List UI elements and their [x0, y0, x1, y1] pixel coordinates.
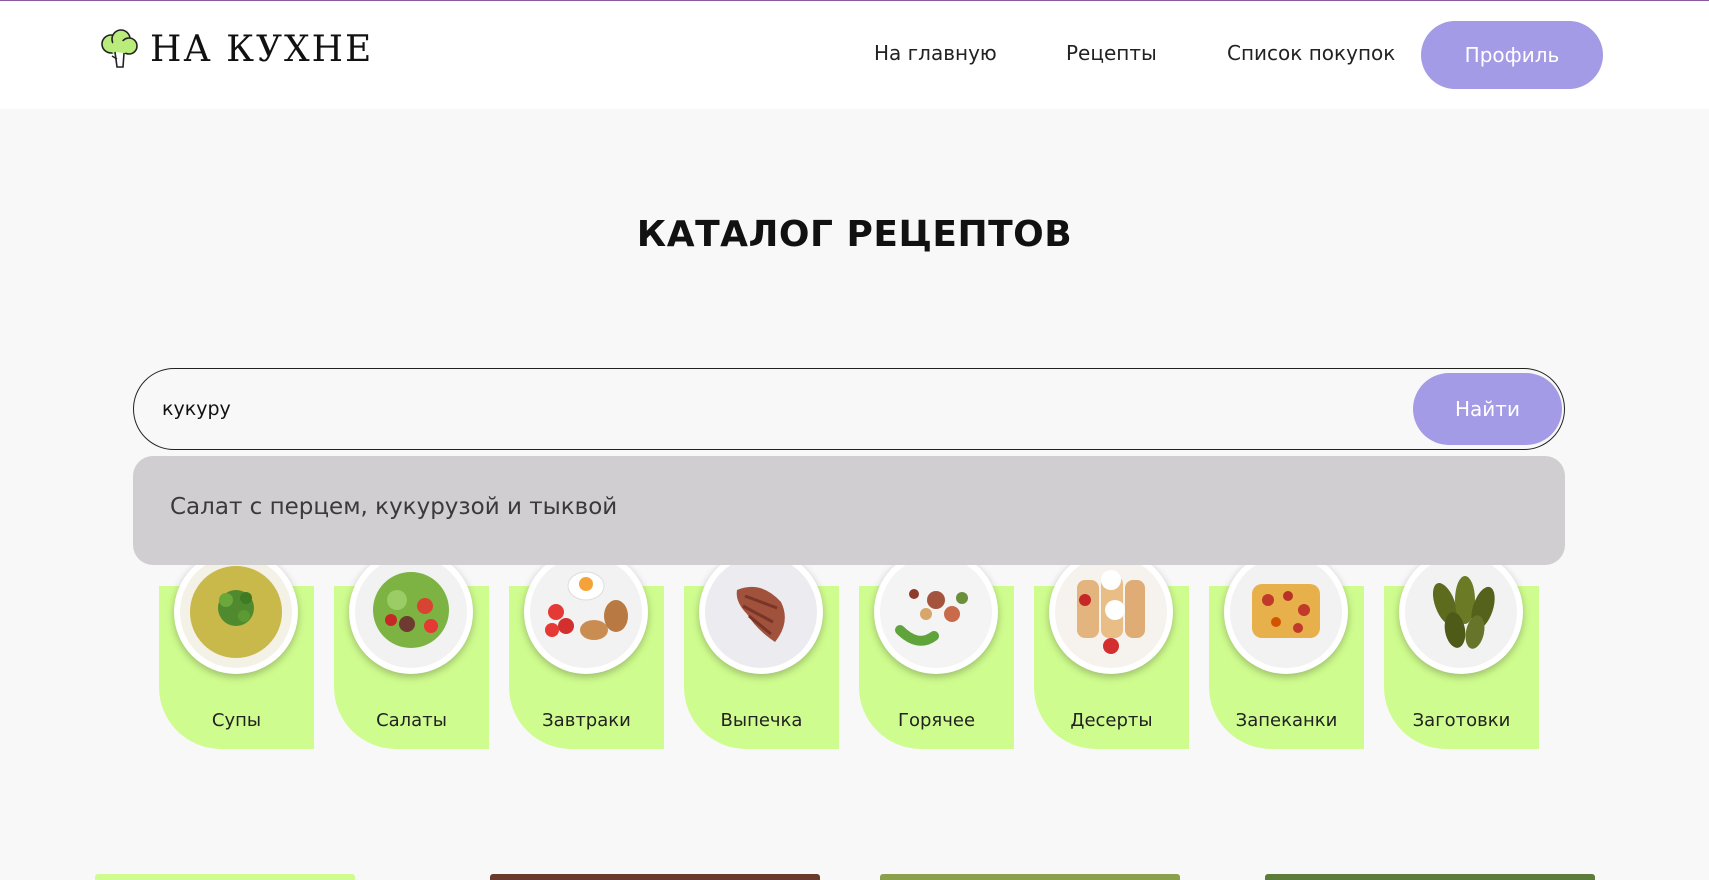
search-button[interactable]: Найти — [1413, 373, 1562, 445]
site-header: НА КУХНЕ На главную Рецепты Список покуп… — [0, 1, 1709, 109]
breakfast-plate-image — [524, 550, 648, 674]
category-preserves[interactable]: Заготовки — [1384, 550, 1539, 749]
nav-link-home[interactable]: На главную — [874, 41, 997, 65]
category-label: Выпечка — [720, 710, 803, 731]
category-label: Запеканки — [1235, 710, 1338, 731]
recipe-card-edge — [490, 874, 820, 880]
casserole-plate-image — [1224, 550, 1348, 674]
dessert-plate-image — [1049, 550, 1173, 674]
category-pastry[interactable]: Выпечка — [684, 550, 839, 749]
site-logo[interactable]: НА КУХНЕ — [98, 27, 373, 73]
recipe-cards-peek — [0, 874, 1709, 880]
category-casseroles[interactable]: Запеканки — [1209, 550, 1364, 749]
broccoli-icon — [101, 29, 138, 68]
logo-text: НА КУХНЕ — [150, 29, 374, 70]
suggestion-item[interactable]: Салат с перцем, кукурузой и тыквой — [170, 494, 617, 520]
search-bar: Найти — [133, 368, 1565, 450]
category-label: Заготовки — [1412, 710, 1511, 731]
pastry-plate-image — [699, 550, 823, 674]
pickles-plate-image — [1399, 550, 1523, 674]
soup-plate-image — [174, 550, 298, 674]
recipe-card-edge — [95, 874, 355, 880]
category-label: Десерты — [1070, 710, 1153, 731]
nav-link-recipes[interactable]: Рецепты — [1066, 41, 1157, 65]
hot-dish-plate-image — [874, 550, 998, 674]
nav-link-shopping-list[interactable]: Список покупок — [1227, 41, 1395, 65]
recipe-card-edge — [1265, 874, 1595, 880]
category-hot-dishes[interactable]: Горячее — [859, 550, 1014, 749]
search-suggestions-dropdown: Салат с перцем, кукурузой и тыквой — [133, 456, 1565, 565]
category-desserts[interactable]: Десерты — [1034, 550, 1189, 749]
category-label: Супы — [211, 710, 262, 731]
recipe-card-edge — [880, 874, 1180, 880]
category-soups[interactable]: Супы — [159, 550, 314, 749]
category-breakfasts[interactable]: Завтраки — [509, 550, 664, 749]
profile-button[interactable]: Профиль — [1421, 21, 1603, 89]
search-input[interactable] — [162, 387, 1342, 431]
category-label: Салаты — [376, 710, 447, 731]
category-salads[interactable]: Салаты — [334, 550, 489, 749]
category-label: Завтраки — [542, 710, 631, 731]
category-label: Горячее — [897, 710, 976, 731]
page-title: КАТАЛОГ РЕЦЕПТОВ — [636, 214, 1073, 255]
salad-plate-image — [349, 550, 473, 674]
